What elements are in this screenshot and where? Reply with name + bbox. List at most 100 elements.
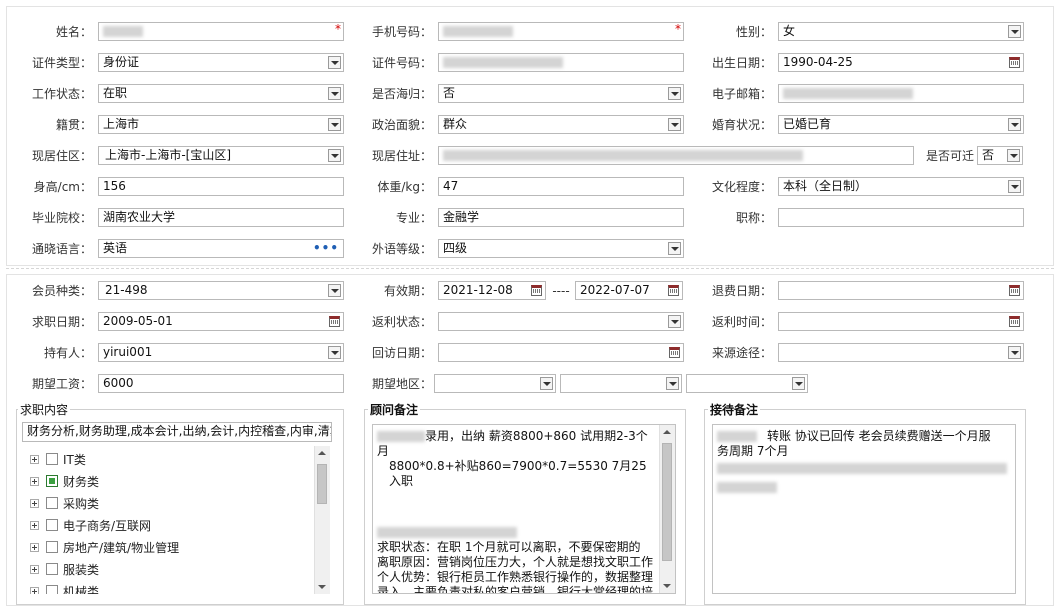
marital-select[interactable]: 已婚已育 xyxy=(778,115,1024,134)
native-select[interactable]: 上海市 xyxy=(98,115,344,134)
refund-date-input[interactable] xyxy=(778,281,1024,300)
address-input[interactable] xyxy=(438,146,914,165)
source-select[interactable] xyxy=(778,343,1024,362)
checkbox[interactable] xyxy=(46,585,58,594)
chevron-down-icon[interactable] xyxy=(328,284,341,297)
email-input[interactable] xyxy=(778,84,1024,103)
language-input[interactable]: 英语 ••• xyxy=(98,239,344,258)
tree-item[interactable]: 房地产/建筑/物业管理 xyxy=(30,536,179,558)
name-input[interactable]: * xyxy=(98,22,344,41)
chevron-down-icon[interactable] xyxy=(540,377,553,390)
chevron-down-icon[interactable] xyxy=(668,242,681,255)
height-input[interactable]: 156 xyxy=(98,177,344,196)
chevron-down-icon[interactable] xyxy=(328,87,341,100)
holder-select[interactable]: yirui001 xyxy=(98,343,344,362)
chevron-down-icon[interactable] xyxy=(668,87,681,100)
chevron-down-icon[interactable] xyxy=(792,377,805,390)
checkbox[interactable] xyxy=(46,475,58,487)
tree-item[interactable]: 财务类 xyxy=(30,470,99,492)
job-summary-input[interactable]: 财务分析,财务助理,成本会计,出纳,会计,内控稽查,内审,清算 xyxy=(22,422,332,442)
school-input[interactable]: 湖南农业大学 xyxy=(98,208,344,227)
title-input[interactable] xyxy=(778,208,1024,227)
phone-input[interactable]: * xyxy=(438,22,684,41)
chevron-down-icon[interactable] xyxy=(1008,118,1021,131)
area-city-select[interactable] xyxy=(560,374,682,393)
rebate-status-select[interactable] xyxy=(438,312,684,331)
major-input[interactable]: 金融学 xyxy=(438,208,684,227)
chevron-down-icon[interactable] xyxy=(668,315,681,328)
chevron-down-icon[interactable] xyxy=(1008,180,1021,193)
calendar-icon[interactable] xyxy=(1009,57,1020,68)
tree-item[interactable]: 电子商务/互联网 xyxy=(30,514,151,536)
advisor-line: 录用，出纳 薪资8800+860 试用期2-3个月 xyxy=(377,429,648,458)
region-select[interactable]: 上海市-上海市-[宝山区] xyxy=(98,146,344,165)
expand-icon[interactable] xyxy=(30,586,39,594)
advisor-notes-textarea[interactable]: 录用，出纳 薪资8800+860 试用期2-3个月 8800*0.8+补贴860… xyxy=(372,424,676,594)
scroll-up-icon[interactable] xyxy=(318,451,326,455)
id-type-select[interactable]: 身份证 xyxy=(98,53,344,72)
chevron-down-icon[interactable] xyxy=(328,56,341,69)
area-district-select[interactable] xyxy=(686,374,808,393)
chevron-down-icon[interactable] xyxy=(328,118,341,131)
chevron-down-icon[interactable] xyxy=(668,118,681,131)
birth-date-input[interactable]: 1990-04-25 xyxy=(778,53,1024,72)
id-no-input[interactable] xyxy=(438,53,684,72)
weight-input[interactable]: 47 xyxy=(438,177,684,196)
job-category-tree[interactable]: IT类 财务类 采购类 电子商务/互联网 房地产/建筑/物业管理 服装类 机械类 xyxy=(22,446,332,594)
valid-to-input[interactable]: 2022-07-07 xyxy=(575,281,683,300)
chevron-down-icon[interactable] xyxy=(1007,149,1020,162)
checkbox[interactable] xyxy=(46,519,58,531)
work-status-select[interactable]: 在职 xyxy=(98,84,344,103)
chevron-down-icon[interactable] xyxy=(1008,346,1021,359)
expand-icon[interactable] xyxy=(30,454,39,464)
more-options-icon[interactable]: ••• xyxy=(313,240,339,257)
advisor-scrollbar[interactable] xyxy=(659,425,675,593)
member-type-select[interactable]: 21-498 xyxy=(98,281,344,300)
scroll-up-icon[interactable] xyxy=(663,430,671,434)
chevron-down-icon[interactable] xyxy=(328,346,341,359)
job-date-input[interactable]: 2009-05-01 xyxy=(98,312,344,331)
calendar-icon[interactable] xyxy=(531,285,542,296)
scroll-down-icon[interactable] xyxy=(663,584,671,588)
scroll-thumb[interactable] xyxy=(662,443,672,561)
calendar-icon[interactable] xyxy=(669,347,680,358)
chevron-down-icon[interactable] xyxy=(666,377,679,390)
tree-item[interactable]: IT类 xyxy=(30,448,86,470)
checkbox[interactable] xyxy=(46,453,58,465)
reception-notes-textarea[interactable]: 转账 协议已回传 老会员续费赠送一个月服 务周期 7个月 xyxy=(712,424,1016,594)
expand-icon[interactable] xyxy=(30,520,39,530)
gender-select[interactable]: 女 xyxy=(778,22,1024,41)
checkbox[interactable] xyxy=(46,563,58,575)
tree-item[interactable]: 服装类 xyxy=(30,558,99,580)
tree-scrollbar[interactable] xyxy=(314,446,330,594)
height-label: 身高/cm： xyxy=(33,180,92,194)
redacted-value xyxy=(717,463,1007,474)
political-select[interactable]: 群众 xyxy=(438,115,684,134)
calendar-icon[interactable] xyxy=(1009,316,1020,327)
scroll-down-icon[interactable] xyxy=(318,585,326,589)
relocate-select[interactable]: 否 xyxy=(977,146,1023,165)
education-select[interactable]: 本科（全日制） xyxy=(778,177,1024,196)
scroll-thumb[interactable] xyxy=(317,464,327,504)
valid-from-input[interactable]: 2021-12-08 xyxy=(438,281,546,300)
chevron-down-icon[interactable] xyxy=(328,149,341,162)
chevron-down-icon[interactable] xyxy=(1008,25,1021,38)
expand-icon[interactable] xyxy=(30,476,39,486)
checkbox[interactable] xyxy=(46,541,58,553)
tree-item[interactable]: 机械类 xyxy=(30,580,99,594)
area-province-select[interactable] xyxy=(434,374,556,393)
calendar-icon[interactable] xyxy=(1009,285,1020,296)
calendar-icon[interactable] xyxy=(329,316,340,327)
expand-icon[interactable] xyxy=(30,564,39,574)
overseas-select[interactable]: 否 xyxy=(438,84,684,103)
tree-item[interactable]: 采购类 xyxy=(30,492,99,514)
salary-input[interactable]: 6000 xyxy=(98,374,344,393)
revisit-date-input[interactable] xyxy=(438,343,684,362)
checkbox[interactable] xyxy=(46,497,58,509)
expand-icon[interactable] xyxy=(30,498,39,508)
lang-level-select[interactable]: 四级 xyxy=(438,239,684,258)
rebate-time-input[interactable] xyxy=(778,312,1024,331)
redacted-value xyxy=(377,431,425,442)
calendar-icon[interactable] xyxy=(668,285,679,296)
expand-icon[interactable] xyxy=(30,542,39,552)
